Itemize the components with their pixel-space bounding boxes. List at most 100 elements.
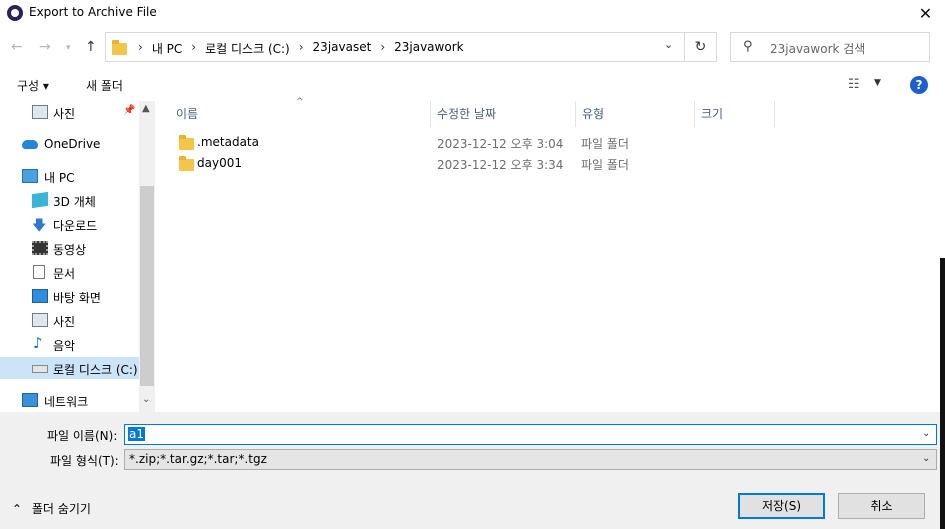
breadcrumb-separator: › <box>138 40 143 54</box>
breadcrumb-23javawork[interactable]: 23javawork <box>394 40 463 57</box>
filetype-value: *.zip;*.tar.gz;*.tar;*.tgz <box>129 452 267 466</box>
scroll-thumb[interactable] <box>140 186 154 386</box>
address-row: ← → ▾ ↑ › 내 PC › 로컬 디스크 (C:) › 23javaset… <box>0 30 945 66</box>
column-divider[interactable] <box>430 101 431 127</box>
search-input[interactable]: ⚲ 23javawork 검색 <box>730 32 930 62</box>
nav-item-videos[interactable]: 동영상 <box>0 237 139 259</box>
up-arrow-icon[interactable]: ↑ <box>85 39 97 55</box>
folder-icon <box>179 135 194 150</box>
refresh-icon[interactable]: ↻ <box>685 32 717 62</box>
column-divider[interactable] <box>774 101 775 127</box>
documents-icon <box>33 265 45 279</box>
command-bar: 구성 ▾ 새 폴더 ☷ ▼ ? <box>0 70 945 100</box>
column-header-date[interactable]: 수정한 날짜 <box>437 105 496 122</box>
pin-icon[interactable]: 📌 <box>123 105 135 116</box>
file-name: .metadata <box>197 135 259 149</box>
filename-input[interactable]: a1 ⌄ <box>124 424 937 445</box>
breadcrumb-local-disk[interactable]: 로컬 디스크 (C:) <box>205 40 290 57</box>
file-row[interactable]: day001 2023-12-12 오후 3:34 파일 폴더 <box>156 153 945 174</box>
file-type: 파일 폴더 <box>581 137 629 151</box>
help-icon[interactable]: ? <box>910 76 928 94</box>
nav-item-label: 네트워크 <box>44 395 89 409</box>
chevron-down-icon[interactable]: ⌄ <box>922 428 930 439</box>
eclipse-app-icon <box>7 5 23 21</box>
drive-icon <box>32 365 48 373</box>
view-dropdown-icon[interactable]: ▼ <box>874 78 881 88</box>
chevron-up-icon: ⌃ <box>12 502 23 516</box>
nav-scrollbar[interactable]: ▲ ⌄ <box>139 101 155 412</box>
navigation-pane: 사진 📌 OneDrive 내 PC 3D 개체 🡇 다운로드 동영상 문서 바… <box>0 101 155 412</box>
nav-item-3d-objects[interactable]: 3D 개체 <box>0 189 139 211</box>
folder-icon <box>179 156 194 171</box>
column-header-size[interactable]: 크기 <box>701 105 723 122</box>
nav-item-label: OneDrive <box>44 137 101 151</box>
nav-item-label: 내 PC <box>44 171 75 185</box>
new-folder-button[interactable]: 새 폴더 <box>86 77 123 94</box>
file-date: 2023-12-12 오후 3:34 <box>437 158 564 172</box>
column-divider[interactable] <box>575 101 576 127</box>
nav-item-label: 다운로드 <box>53 219 98 233</box>
nav-item-label: 사진 <box>53 315 76 329</box>
3d-objects-icon <box>32 191 48 209</box>
nav-item-music[interactable]: ♪ 음악 <box>0 333 139 355</box>
save-form: 파일 이름(N): a1 ⌄ 파일 형식(T): *.zip;*.tar.gz;… <box>0 412 945 529</box>
file-date: 2023-12-12 오후 3:04 <box>437 137 564 151</box>
cancel-button[interactable]: 취소 <box>838 493 925 519</box>
hide-folders-label: 폴더 숨기기 <box>31 502 91 516</box>
nav-item-label: 바탕 화면 <box>53 291 101 305</box>
nav-item-label: 사진 <box>53 107 76 121</box>
filename-label: 파일 이름(N): <box>47 429 118 443</box>
desktop-icon <box>32 289 48 303</box>
onedrive-icon <box>22 140 38 149</box>
scroll-up-icon[interactable]: ▲ <box>142 103 150 114</box>
organize-menu[interactable]: 구성 ▾ <box>17 77 49 94</box>
file-type: 파일 폴더 <box>581 158 629 172</box>
hide-folders-toggle[interactable]: ⌃ 폴더 숨기기 <box>12 500 91 517</box>
downloads-icon: 🡇 <box>32 218 47 234</box>
scroll-down-icon[interactable]: ⌄ <box>142 394 150 405</box>
search-placeholder: 23javawork 검색 <box>770 42 866 56</box>
column-header-type[interactable]: 유형 <box>582 105 604 122</box>
chevron-down-icon[interactable]: ⌄ <box>922 453 930 464</box>
nav-item-label: 로컬 디스크 (C:) <box>53 363 138 377</box>
nav-item-this-pc[interactable]: 내 PC <box>0 165 139 187</box>
view-options-icon[interactable]: ☷ <box>848 77 860 92</box>
address-bar[interactable]: › 내 PC › 로컬 디스크 (C:) › 23javaset › 23jav… <box>105 32 685 62</box>
column-header-name[interactable]: 이름 <box>176 105 198 122</box>
save-button[interactable]: 저장(S) <box>738 493 825 519</box>
breadcrumb: › 내 PC › 로컬 디스크 (C:) › 23javaset › 23jav… <box>138 40 464 57</box>
file-list: ^ 이름 수정한 날짜 유형 크기 .metadata 2023-12-12 오… <box>156 97 945 412</box>
sort-ascending-icon: ^ <box>296 97 304 107</box>
this-pc-icon <box>22 169 38 183</box>
window-title: Export to Archive File <box>29 5 157 19</box>
address-dropdown-icon[interactable]: ⌄ <box>664 38 673 51</box>
nav-item-pictures-quick[interactable]: 사진 📌 <box>0 101 139 123</box>
pictures-icon <box>32 313 48 327</box>
nav-item-documents[interactable]: 문서 <box>0 261 139 283</box>
nav-item-label: 문서 <box>53 267 76 281</box>
nav-item-network[interactable]: 네트워크 <box>0 389 139 411</box>
nav-item-label: 3D 개체 <box>53 195 96 209</box>
search-icon: ⚲ <box>743 39 753 54</box>
file-row[interactable]: .metadata 2023-12-12 오후 3:04 파일 폴더 <box>156 132 945 153</box>
pictures-icon <box>32 105 48 119</box>
breadcrumb-separator: › <box>191 40 197 54</box>
nav-item-label: 음악 <box>53 339 76 353</box>
filename-value[interactable]: a1 <box>128 427 145 441</box>
breadcrumb-23javaset[interactable]: 23javaset <box>313 40 372 57</box>
breadcrumb-separator: › <box>298 40 304 54</box>
nav-item-onedrive[interactable]: OneDrive <box>0 133 139 155</box>
nav-item-downloads[interactable]: 🡇 다운로드 <box>0 213 139 235</box>
filetype-select[interactable]: *.zip;*.tar.gz;*.tar;*.tgz ⌄ <box>124 449 937 470</box>
close-button[interactable]: ✕ <box>906 0 945 27</box>
forward-arrow-icon[interactable]: → <box>39 39 51 55</box>
file-name: day001 <box>197 156 242 170</box>
nav-item-local-disk[interactable]: 로컬 디스크 (C:) <box>0 357 139 379</box>
column-divider[interactable] <box>694 101 695 127</box>
back-arrow-icon[interactable]: ← <box>11 39 23 55</box>
recent-locations-chevron-icon[interactable]: ▾ <box>66 43 71 53</box>
nav-item-desktop[interactable]: 바탕 화면 <box>0 285 139 307</box>
nav-item-pictures[interactable]: 사진 <box>0 309 139 331</box>
videos-icon <box>32 241 48 255</box>
breadcrumb-this-pc[interactable]: 내 PC <box>152 40 182 57</box>
